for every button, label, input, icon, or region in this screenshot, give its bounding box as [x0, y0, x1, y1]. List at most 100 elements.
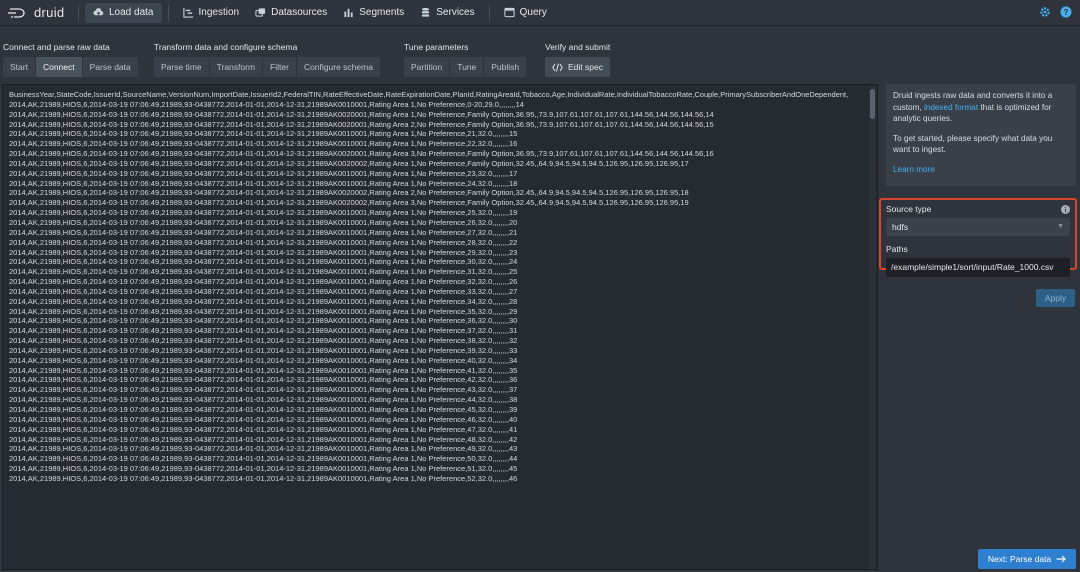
raw-data-line: 2014,AK,21989,HIOS,6,2014-03-19 07:06:49… — [9, 434, 518, 444]
raw-data-line: 2014,AK,21989,HIOS,6,2014-03-19 07:06:49… — [9, 355, 518, 365]
stage-group-title: Tune parameters — [404, 42, 469, 52]
raw-data-line: 2014,AK,21989,HIOS,6,2014-03-19 07:06:49… — [9, 296, 518, 306]
chevron-down-icon: ▼ — [1057, 223, 1064, 230]
raw-data-line: 2014,AK,21989,HIOS,6,2014-03-19 07:06:49… — [9, 247, 518, 257]
raw-data-line: 2014,AK,21989,HIOS,6,2014-03-19 07:06:49… — [9, 286, 518, 296]
indexed-format-link[interactable]: indexed format — [924, 103, 978, 112]
nav-divider — [488, 4, 490, 21]
raw-data-line: 2014,AK,21989,HIOS,6,2014-03-19 07:06:49… — [9, 237, 518, 247]
stage-group-transform: Transform data and configure schema Pars… — [154, 40, 380, 77]
raw-data-line: 2014,AK,21989,HIOS,6,2014-03-19 07:06:49… — [9, 257, 518, 267]
edit-spec-label: Edit spec — [568, 62, 603, 72]
stage-parse-data-button[interactable]: Parse data — [82, 57, 138, 77]
raw-data-text: BusinessYear,StateCode,IssuerId,SourceNa… — [9, 90, 867, 484]
stage-filter-button[interactable]: Filter — [263, 57, 297, 77]
learn-more-link[interactable]: Learn more — [893, 165, 935, 174]
stage-group-connect: Connect and parse raw data Start Connect… — [3, 40, 138, 77]
druid-logo[interactable]: druid — [0, 5, 72, 20]
stage-partition-button[interactable]: Partition — [404, 57, 451, 77]
stage-edit-spec-button[interactable]: Edit spec — [545, 57, 610, 77]
intro-text: Druid ingests raw data and converts it i… — [893, 90, 1069, 125]
nav-divider — [78, 4, 79, 21]
stage-group-verify: Verify and submit Edit spec — [545, 40, 610, 77]
nav-label: Load data — [109, 7, 154, 18]
stage-group-tune: Tune parameters Partition Tune Publish — [404, 40, 527, 77]
paths-label: Paths — [886, 244, 908, 254]
next-parse-data-button[interactable]: Next: Parse data — [978, 549, 1076, 569]
raw-data-line: 2014,AK,21989,HIOS,6,2014-03-19 07:06:49… — [9, 217, 518, 227]
raw-data-line: 2014,AK,21989,HIOS,6,2014-03-19 07:06:49… — [9, 345, 518, 355]
stage-connect-button[interactable]: Connect — [35, 57, 83, 77]
raw-data-line: 2014,AK,21989,HIOS,6,2014-03-19 07:06:49… — [9, 109, 714, 119]
raw-data-line: 2014,AK,21989,HIOS,6,2014-03-19 07:06:49… — [9, 395, 518, 405]
nav-query[interactable]: Query — [496, 3, 555, 23]
nav-ingestion[interactable]: Ingestion — [175, 3, 248, 23]
raw-data-line: 2014,AK,21989,HIOS,6,2014-03-19 07:06:49… — [9, 306, 518, 316]
apply-button[interactable]: Apply — [1036, 289, 1075, 307]
gantt-chart-icon — [182, 7, 193, 18]
intro-instructions: To get started, please specify what data… — [893, 133, 1053, 155]
code-icon — [552, 62, 563, 72]
raw-data-line: 2014,AK,21989,HIOS,6,2014-03-19 07:06:49… — [9, 444, 518, 454]
intro-callout: Druid ingests raw data and converts it i… — [886, 84, 1076, 186]
raw-data-line: 2014,AK,21989,HIOS,6,2014-03-19 07:06:49… — [9, 198, 689, 208]
stage-bar: Connect and parse raw data Start Connect… — [0, 40, 1080, 80]
nav-segments[interactable]: Segments — [335, 3, 412, 23]
stage-group-title: Connect and parse raw data — [3, 42, 110, 52]
stage-group-title: Transform data and configure schema — [154, 42, 298, 52]
raw-data-scrollbar[interactable] — [869, 86, 876, 569]
raw-data-line: 2014,AK,21989,HIOS,6,2014-03-19 07:06:49… — [9, 336, 518, 346]
raw-data-line: 2014,AK,21989,HIOS,6,2014-03-19 07:06:49… — [9, 454, 518, 464]
stage-tune-button[interactable]: Tune — [450, 57, 485, 77]
nav-load-data[interactable]: Load data — [85, 2, 162, 23]
raw-data-line: 2014,AK,21989,HIOS,6,2014-03-19 07:06:49… — [9, 464, 518, 474]
source-type-row: Source type — [886, 203, 1070, 216]
nav-label: Ingestion — [198, 7, 240, 18]
help-icon[interactable]: ? — [1060, 6, 1072, 18]
raw-data-line: 2014,AK,21989,HIOS,6,2014-03-19 07:06:49… — [9, 208, 518, 218]
stage-transform-button[interactable]: Transform — [209, 57, 264, 77]
next-button-label: Next: Parse data — [987, 554, 1052, 564]
raw-data-line: 2014,AK,21989,HIOS,6,2014-03-19 07:06:49… — [9, 473, 518, 483]
scrollbar-thumb[interactable] — [870, 89, 875, 119]
stage-parse-time-button[interactable]: Parse time — [154, 57, 210, 77]
paths-input[interactable]: /example/simple1/sort/input/Rate_1000.cs… — [886, 258, 1070, 277]
nav-label: Segments — [359, 7, 405, 18]
nav-label: Query — [519, 7, 547, 18]
cloud-upload-icon — [93, 8, 104, 17]
nav-datasources[interactable]: Datasources — [247, 3, 335, 23]
info-icon[interactable] — [1061, 205, 1070, 214]
raw-data-line: 2014,AK,21989,HIOS,6,2014-03-19 07:06:49… — [9, 385, 518, 395]
raw-data-line: 2014,AK,21989,HIOS,6,2014-03-19 07:06:49… — [9, 267, 518, 277]
druid-logo-icon — [8, 7, 25, 18]
settings-icon[interactable] — [1039, 6, 1051, 18]
stage-start-button[interactable]: Start — [3, 57, 36, 77]
side-panel: Druid ingests raw data and converts it i… — [879, 84, 1077, 307]
top-navbar: druid Load data Ingestion Datasources Se… — [0, 0, 1080, 26]
raw-data-line: 2014,AK,21989,HIOS,6,2014-03-19 07:06:49… — [9, 365, 518, 375]
raw-data-line: 2014,AK,21989,HIOS,6,2014-03-19 07:06:49… — [9, 316, 518, 326]
svg-text:?: ? — [1064, 8, 1069, 17]
nav-services[interactable]: Services — [412, 3, 482, 23]
database-icon — [422, 7, 430, 17]
logo-text: druid — [34, 5, 65, 20]
arrow-right-icon — [1056, 555, 1067, 563]
raw-data-line: 2014,AK,21989,HIOS,6,2014-03-19 07:06:49… — [9, 158, 689, 168]
raw-data-line: 2014,AK,21989,HIOS,6,2014-03-19 07:06:49… — [9, 168, 518, 178]
stage-group-title: Verify and submit — [545, 42, 611, 52]
raw-data-line: 2014,AK,21989,HIOS,6,2014-03-19 07:06:49… — [9, 227, 518, 237]
nav-divider — [167, 4, 169, 21]
raw-data-line: 2014,AK,21989,HIOS,6,2014-03-19 07:06:49… — [9, 326, 518, 336]
stacked-chart-icon — [344, 8, 353, 18]
raw-data-panel[interactable]: BusinessYear,StateCode,IssuerId,SourceNa… — [2, 84, 878, 570]
stage-publish-button[interactable]: Publish — [484, 57, 527, 77]
raw-data-line: 2014,AK,21989,HIOS,6,2014-03-19 07:06:49… — [9, 188, 689, 198]
nav-right-actions: ? — [1039, 6, 1072, 18]
stage-configure-schema-button[interactable]: Configure schema — [296, 57, 380, 77]
source-type-select[interactable]: hdfs ▼ — [886, 218, 1070, 236]
raw-data-line: 2014,AK,21989,HIOS,6,2014-03-19 07:06:49… — [9, 149, 714, 159]
source-config-form: Source type hdfs ▼ Paths /example/simple… — [879, 198, 1077, 277]
application-icon — [504, 7, 515, 18]
raw-data-line: 2014,AK,21989,HIOS,6,2014-03-19 07:06:49… — [9, 129, 518, 139]
raw-data-line: 2014,AK,21989,HIOS,6,2014-03-19 07:06:49… — [9, 99, 524, 109]
